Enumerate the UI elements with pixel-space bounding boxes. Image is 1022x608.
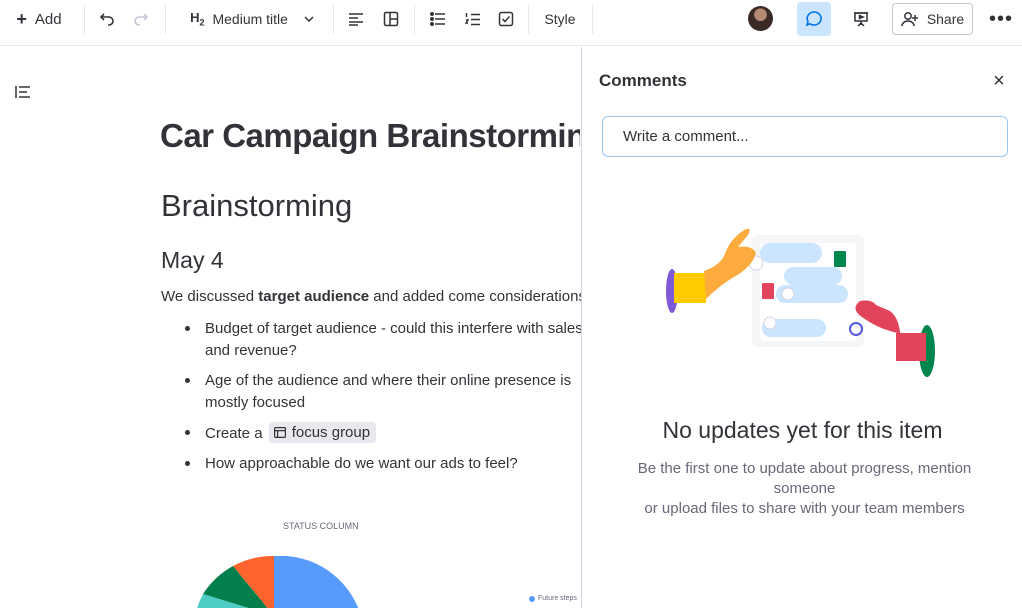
bullet-list-icon <box>430 12 445 26</box>
align-button[interactable] <box>344 0 368 38</box>
legend-label: Future steps <box>538 595 577 602</box>
comment-input[interactable] <box>602 116 1008 157</box>
toolbar-divider <box>528 4 529 34</box>
list-item[interactable]: How approachable do we want our ads to f… <box>180 453 581 475</box>
comments-panel: Comments × No updates yet for this item … <box>581 47 1022 608</box>
panel-title: Comments <box>599 71 687 90</box>
toolbar-divider <box>592 4 593 34</box>
chevron-down-icon <box>304 16 314 22</box>
align-left-icon <box>349 13 363 26</box>
toolbar-divider <box>84 4 85 34</box>
toolbar-divider <box>333 4 334 34</box>
empty-state-description: Be the first one to update about progres… <box>612 459 997 519</box>
share-label: Share <box>926 11 965 27</box>
comments-toggle-button[interactable] <box>797 2 831 36</box>
layout-icon <box>383 11 399 27</box>
empty-state-title: No updates yet for this item <box>662 417 943 443</box>
numbered-list-icon <box>465 12 480 25</box>
redo-icon <box>134 13 149 26</box>
page-title[interactable]: Car Campaign Brainstorming <box>160 117 580 155</box>
avatar[interactable] <box>748 6 773 31</box>
list-item[interactable]: Age of the audience and where their onli… <box>180 370 581 414</box>
add-button[interactable]: + Add <box>6 0 72 38</box>
chart-title: STATUS COLUMN <box>283 521 359 531</box>
paragraph[interactable]: We discussed target audience and added c… <box>161 288 581 305</box>
list-item[interactable]: Budget of target audience - could this i… <box>180 318 581 362</box>
add-label: Add <box>34 10 62 28</box>
editor-toolbar: + Add H2 Medium title Style Share ••• <box>0 0 1022 46</box>
presentation-icon <box>854 12 868 27</box>
pie-slice-future-steps <box>274 556 359 608</box>
bullet-list-button[interactable] <box>426 0 450 38</box>
empty-state-line: or upload files to share with your team … <box>644 500 965 517</box>
add-person-icon <box>901 12 918 27</box>
status-pie-chart <box>197 556 359 608</box>
chart-legend: Future steps <box>529 595 577 602</box>
undo-icon <box>99 13 114 26</box>
heading-style-label: Medium title <box>212 11 288 27</box>
legend-swatch <box>529 595 535 602</box>
bullet-list: Budget of target audience - could this i… <box>180 318 581 483</box>
style-button[interactable]: Style <box>536 0 584 38</box>
numbered-list-button[interactable] <box>461 0 485 38</box>
plus-icon: + <box>16 8 27 29</box>
heading-level-badge: H2 <box>190 10 205 28</box>
toolbar-divider <box>414 4 415 34</box>
more-options-button[interactable]: ••• <box>986 0 1016 38</box>
section-heading[interactable]: Brainstorming <box>161 188 352 224</box>
empty-state-illustration <box>666 228 935 377</box>
document-canvas: Car Campaign Brainstorming Brainstorming… <box>0 47 581 608</box>
share-button[interactable]: Share <box>892 3 973 35</box>
table-of-contents-icon[interactable] <box>14 85 32 99</box>
close-icon: × <box>993 69 1005 92</box>
present-button[interactable] <box>849 0 873 38</box>
checklist-button[interactable] <box>494 0 518 38</box>
redo-button[interactable] <box>128 0 154 38</box>
checklist-icon <box>498 11 514 27</box>
toolbar-divider <box>165 4 166 34</box>
heading-style-select[interactable]: H2 Medium title <box>178 0 326 38</box>
layout-button[interactable] <box>379 0 403 38</box>
section-subheading[interactable]: May 4 <box>161 247 224 274</box>
list-item[interactable]: Create a focus group <box>180 422 581 445</box>
focus-group-link[interactable]: focus group <box>268 422 377 443</box>
comment-icon <box>805 11 822 27</box>
board-icon <box>273 427 286 438</box>
empty-state-line: Be the first one to update about progres… <box>637 460 972 497</box>
undo-button[interactable] <box>94 0 120 38</box>
close-button[interactable]: × <box>987 69 1011 93</box>
